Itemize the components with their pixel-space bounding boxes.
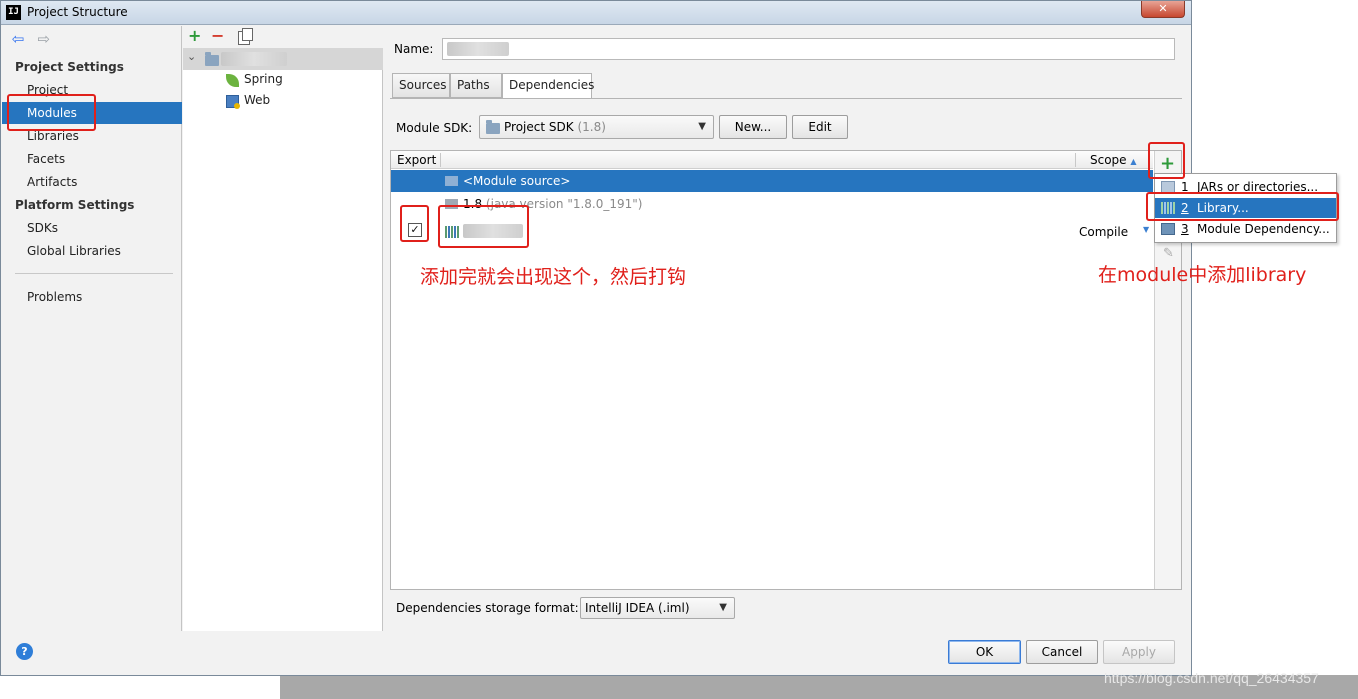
module-details-panel: Name: Sources Paths Dependencies Module … — [384, 26, 1191, 631]
module-icon — [1161, 223, 1175, 235]
project-settings-header: Project Settings — [15, 60, 124, 74]
chevron-down-icon: ▼ — [719, 602, 727, 613]
sidebar-item-problems[interactable]: Problems — [27, 290, 82, 304]
copy-icon[interactable] — [238, 28, 253, 45]
scope-dropdown-icon[interactable]: ▼ — [1143, 225, 1149, 234]
menu-item-module-dependency[interactable]: 3 Module Dependency... — [1155, 219, 1336, 239]
add-icon[interactable]: + — [188, 28, 201, 44]
source-folder-icon — [445, 176, 458, 186]
tree-item-web[interactable]: Web — [244, 93, 270, 107]
tree-toolbar: + − — [183, 26, 383, 48]
project-structure-window: IJ Project Structure ✕ ⇦ ⇨ Project Setti… — [0, 0, 1192, 676]
title-bar: IJ Project Structure ✕ — [1, 1, 1191, 25]
redacted-name-value — [447, 42, 509, 56]
nav-arrows: ⇦ ⇨ — [10, 31, 58, 49]
table-row-module-source[interactable]: <Module source> — [391, 170, 1153, 192]
watermark: https://blog.csdn.net/qq_26434357 — [1104, 670, 1319, 686]
tab-paths[interactable]: Paths — [450, 73, 502, 98]
module-tree-panel: + − ⌄ Spring Web — [183, 26, 383, 631]
chevron-down-icon[interactable]: ⌄ — [187, 50, 196, 63]
storage-format-value: IntelliJ IDEA (.iml) — [585, 601, 690, 615]
sort-ascending-icon: ▲ — [1130, 157, 1137, 166]
arrow-left-icon[interactable]: ⇦ — [10, 31, 26, 47]
header-divider — [440, 153, 441, 167]
sidebar-item-libraries[interactable]: Libraries — [27, 129, 79, 143]
web-facet-icon — [226, 95, 240, 109]
tree-item-spring[interactable]: Spring — [244, 72, 283, 86]
sidebar-item-artifacts[interactable]: Artifacts — [27, 175, 77, 189]
annotation-box-add — [1148, 142, 1185, 179]
ok-button[interactable]: OK — [948, 640, 1021, 664]
window-title: Project Structure — [27, 5, 128, 19]
header-divider — [1075, 153, 1076, 167]
annotation-left-note: 添加完就会出现这个，然后打钩 — [420, 266, 687, 288]
module-name-field[interactable] — [442, 38, 1175, 60]
menu-mnemonic: 3 — [1181, 222, 1189, 236]
annotation-box-library-menu — [1146, 192, 1339, 221]
tab-sources[interactable]: Sources — [392, 73, 450, 98]
redacted-module-name — [221, 52, 287, 66]
annotation-box-modules — [7, 94, 96, 131]
close-button[interactable]: ✕ — [1141, 1, 1185, 18]
edit-sdk-button[interactable]: Edit — [792, 115, 848, 139]
arrow-right-icon[interactable]: ⇨ — [36, 31, 52, 47]
column-header-export[interactable]: Export — [397, 153, 436, 167]
annotation-right-note: 在module中添加library — [1098, 264, 1307, 286]
storage-format-label: Dependencies storage format: — [396, 601, 579, 615]
menu-label: Module Dependency... — [1197, 222, 1330, 236]
apply-button[interactable]: Apply — [1103, 640, 1175, 664]
sidebar-item-sdks[interactable]: SDKs — [27, 221, 58, 235]
annotation-box-library — [438, 205, 529, 248]
sidebar-item-facets[interactable]: Facets — [27, 152, 65, 166]
scope-value[interactable]: Compile — [1079, 225, 1128, 239]
tree-row-module[interactable]: ⌄ — [183, 48, 383, 70]
cancel-button[interactable]: Cancel — [1026, 640, 1098, 664]
module-sdk-version: (1.8) — [577, 120, 606, 134]
module-folder-icon — [205, 52, 219, 66]
new-sdk-button[interactable]: New... — [719, 115, 787, 139]
storage-format-select[interactable]: IntelliJ IDEA (.iml) ▼ — [580, 597, 735, 619]
help-icon[interactable]: ? — [16, 643, 33, 660]
table-header: Export Scope ▲ — [391, 151, 1153, 169]
desktop-strip-right — [1192, 0, 1358, 699]
intellij-logo-icon: IJ — [6, 5, 21, 20]
pencil-icon[interactable]: ✎ — [1163, 246, 1174, 261]
module-sdk-value: Project SDK — [504, 120, 574, 134]
remove-icon[interactable]: − — [211, 28, 224, 44]
name-label: Name: — [394, 42, 434, 56]
module-sdk-select[interactable]: Project SDK (1.8) ▼ — [479, 115, 714, 139]
sidebar-divider — [15, 273, 173, 274]
tab-panel-border — [390, 98, 1182, 99]
sdk-folder-icon — [486, 120, 500, 134]
annotation-box-checkbox — [400, 205, 429, 242]
scope-header-label: Scope — [1090, 153, 1127, 167]
sidebar-item-global-libraries[interactable]: Global Libraries — [27, 244, 121, 258]
row-label: <Module source> — [463, 174, 571, 188]
spring-leaf-icon — [226, 74, 239, 87]
chevron-down-icon: ▼ — [698, 121, 706, 132]
platform-settings-header: Platform Settings — [15, 198, 135, 212]
tab-dependencies[interactable]: Dependencies — [502, 73, 594, 99]
module-sdk-label: Module SDK: — [396, 121, 473, 135]
column-header-scope[interactable]: Scope ▲ — [1090, 153, 1137, 167]
